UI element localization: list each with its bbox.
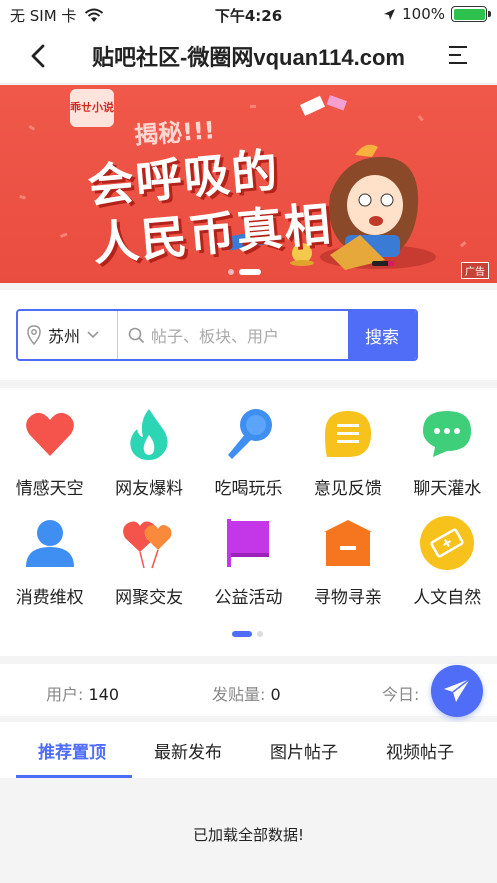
microphone-icon	[220, 406, 276, 462]
chevron-down-icon	[87, 331, 99, 339]
search-bar: 苏州 帖子、板块、用户 搜索	[16, 309, 418, 361]
posts-stat: 发贴量: 0	[212, 681, 281, 705]
category-label: 吃喝玩乐	[214, 479, 283, 499]
box-icon	[320, 515, 376, 571]
users-stat-value: 140	[88, 685, 120, 704]
category-pager	[232, 631, 263, 637]
category-label: 网友爆料	[115, 479, 184, 499]
today-stat-label: 今日:	[382, 685, 420, 704]
tab-videos[interactable]: 视频帖子	[386, 738, 454, 763]
tab-images[interactable]: 图片帖子	[270, 738, 338, 763]
lipstick-decoration	[372, 261, 394, 266]
chat-icon	[419, 406, 475, 462]
ticket-icon	[419, 515, 475, 571]
ad-banner[interactable]: 乖ㄝ小说 揭秘!!! 会呼吸的 人民币真相 广告	[0, 85, 497, 283]
posts-stat-value: 0	[270, 685, 281, 704]
compose-post-button[interactable]	[431, 665, 483, 717]
user-icon	[22, 515, 78, 571]
category-item[interactable]: 公益活动	[199, 515, 298, 608]
category-item[interactable]: 吃喝玩乐	[199, 406, 298, 499]
post-tabs: 推荐置顶 最新发布 图片帖子 视频帖子	[0, 722, 497, 778]
feedback-icon	[320, 406, 376, 462]
category-pager-dot-active[interactable]	[232, 631, 252, 637]
category-item[interactable]: 聊天灌水	[398, 406, 497, 499]
category-label: 网聚交友	[115, 588, 184, 608]
nav-bar: 贴吧社区-微圈网vquan114.com	[0, 28, 497, 84]
app-screen: 无 SIM 卡 下午4:26 100% 贴吧社区-微圈网vquan114.com	[0, 0, 497, 883]
battery-percent: 100%	[402, 5, 445, 23]
posts-stat-label: 发贴量:	[212, 685, 271, 704]
location-pin-icon	[27, 325, 41, 345]
category-item[interactable]: 网友爆料	[99, 406, 198, 499]
money-bills-decoration	[300, 94, 347, 116]
category-item[interactable]: 意见反馈	[298, 406, 397, 499]
banner-pager-dot[interactable]	[228, 269, 234, 275]
category-pager-dot[interactable]	[257, 631, 263, 637]
today-stat: 今日:	[382, 681, 419, 705]
flame-icon	[121, 406, 177, 462]
category-label: 寻物寻亲	[313, 588, 382, 608]
tab-latest[interactable]: 最新发布	[154, 738, 222, 763]
cartoon-girl-illustration	[320, 144, 436, 270]
active-tab-indicator	[16, 775, 132, 778]
menu-icon[interactable]	[447, 43, 469, 67]
tab-recommended[interactable]: 推荐置顶	[38, 738, 106, 763]
category-item[interactable]: 消费维权	[0, 515, 99, 608]
search-input[interactable]: 帖子、板块、用户	[118, 323, 348, 347]
search-section: 苏州 帖子、板块、用户 搜索	[0, 290, 497, 380]
category-grid: 情感天空 网友爆料 吃喝玩乐 意见反馈 聊天灌水 消费维权 网聚交友 公益活动 …	[0, 406, 497, 608]
category-label: 情感天空	[15, 479, 84, 499]
category-item[interactable]: 寻物寻亲	[298, 515, 397, 608]
category-item[interactable]: 人文自然	[398, 515, 497, 608]
banner-headline: 会呼吸的 人民币真相	[85, 137, 335, 273]
search-button[interactable]: 搜索	[348, 311, 416, 359]
banner-pager-dot-active[interactable]	[239, 269, 261, 275]
category-label: 聊天灌水	[413, 479, 482, 499]
category-grid-section: 情感天空 网友爆料 吃喝玩乐 意见反馈 聊天灌水 消费维权 网聚交友 公益活动 …	[0, 388, 497, 656]
city-label: 苏州	[48, 327, 81, 346]
banner-pager	[228, 269, 261, 275]
chevron-left-icon[interactable]	[24, 41, 54, 71]
users-stat: 用户: 140	[46, 681, 119, 705]
page-title: 贴吧社区-微圈网vquan114.com	[92, 45, 405, 70]
paper-plane-icon	[444, 678, 471, 702]
category-item[interactable]: 网聚交友	[99, 515, 198, 608]
stats-bar: 用户: 140 发贴量: 0 今日:	[0, 664, 497, 716]
balloons-icon	[121, 515, 177, 571]
search-placeholder: 帖子、板块、用户	[151, 327, 280, 346]
search-icon	[128, 327, 145, 343]
category-label: 消费维权	[15, 588, 84, 608]
location-arrow-icon	[384, 8, 396, 20]
brand-logo: 乖ㄝ小说	[70, 89, 114, 127]
ad-tag: 广告	[461, 262, 489, 279]
category-label: 人文自然	[413, 588, 482, 608]
status-bar: 无 SIM 卡 下午4:26 100%	[0, 0, 497, 28]
heart-icon	[22, 406, 78, 462]
city-selector[interactable]: 苏州	[18, 311, 118, 359]
category-label: 意见反馈	[313, 479, 382, 499]
users-stat-label: 用户:	[46, 685, 89, 704]
category-item[interactable]: 情感天空	[0, 406, 99, 499]
category-label: 公益活动	[214, 588, 283, 608]
flag-icon	[220, 515, 276, 571]
battery-icon	[451, 6, 491, 22]
banner-reveal-text: 揭秘!!!	[133, 116, 216, 150]
all-loaded-message: 已加载全部数据!	[192, 826, 304, 844]
